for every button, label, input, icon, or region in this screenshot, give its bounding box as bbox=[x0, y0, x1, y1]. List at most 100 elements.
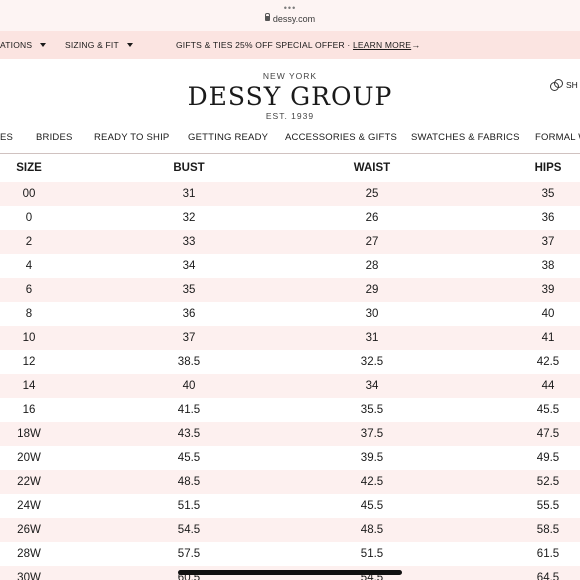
shop-link[interactable]: SH bbox=[550, 79, 578, 91]
cell-hips: 36 bbox=[541, 212, 555, 224]
cell-size: 2 bbox=[25, 236, 33, 248]
cell-bust: 40 bbox=[182, 380, 196, 392]
locations-menu-label: ATIONS bbox=[0, 40, 33, 50]
table-row: 14 40 34 44 bbox=[0, 374, 580, 398]
cell-bust: 34 bbox=[182, 260, 196, 272]
cell-hips: 55.5 bbox=[536, 500, 560, 512]
cell-hips: 45.5 bbox=[536, 404, 560, 416]
site-logo[interactable]: DESSY GROUP bbox=[0, 82, 580, 111]
cell-waist: 26 bbox=[365, 212, 379, 224]
cell-size: 22W bbox=[17, 476, 41, 488]
table-row: 8 36 30 40 bbox=[0, 302, 580, 326]
table-row: 22W 48.5 42.5 52.5 bbox=[0, 470, 580, 494]
home-indicator[interactable] bbox=[178, 570, 402, 575]
cell-hips: 44 bbox=[541, 380, 555, 392]
browser-address-bar: ••• dessy.com bbox=[0, 0, 580, 31]
cell-size: 24W bbox=[17, 500, 41, 512]
cell-bust: 41.5 bbox=[177, 404, 201, 416]
cell-size: 12 bbox=[22, 356, 36, 368]
cell-size: 26W bbox=[17, 524, 41, 536]
nav-item-formal-wear[interactable]: FORMAL W bbox=[535, 132, 580, 143]
cell-bust: 51.5 bbox=[177, 500, 201, 512]
column-header-waist: WAIST bbox=[353, 162, 391, 174]
column-header-size: SIZE bbox=[16, 162, 42, 174]
cell-hips: 39 bbox=[541, 284, 555, 296]
table-row: 24W 51.5 45.5 55.5 bbox=[0, 494, 580, 518]
cell-waist: 37.5 bbox=[360, 428, 384, 440]
cell-hips: 47.5 bbox=[536, 428, 560, 440]
locations-menu[interactable]: ATIONS bbox=[0, 40, 47, 50]
cell-waist: 32.5 bbox=[360, 356, 384, 368]
lock-icon bbox=[264, 13, 271, 21]
browser-more-icon[interactable]: ••• bbox=[0, 3, 580, 13]
cell-bust: 33 bbox=[182, 236, 196, 248]
nav-item-accessories-gifts[interactable]: ACCESSORIES & GIFTS bbox=[285, 132, 397, 143]
cell-size: 0 bbox=[25, 212, 33, 224]
table-body: 00 31 25 35 0 32 26 36 2 33 27 37 4 34 28 38 6 35 29 39 8 36 3… bbox=[0, 182, 580, 580]
cell-hips: 61.5 bbox=[536, 548, 560, 560]
cell-size: 18W bbox=[17, 428, 41, 440]
cell-waist: 28 bbox=[365, 260, 379, 272]
arrow-right-icon[interactable]: → bbox=[411, 40, 420, 50]
cell-hips: 52.5 bbox=[536, 476, 560, 488]
nav-item-swatches-fabrics[interactable]: SWATCHES & FABRICS bbox=[411, 132, 520, 143]
chevron-down-icon bbox=[126, 43, 133, 47]
cell-waist: 35.5 bbox=[360, 404, 384, 416]
cell-size: 16 bbox=[22, 404, 36, 416]
cell-bust: 35 bbox=[182, 284, 196, 296]
cell-hips: 41 bbox=[541, 332, 555, 344]
size-chart-table: SIZE BUST WAIST HIPS 00 31 25 35 0 32 26 36 2 33 2… bbox=[0, 154, 580, 580]
url-text: dessy.com bbox=[272, 14, 316, 24]
cell-waist: 29 bbox=[365, 284, 379, 296]
table-row: 12 38.5 32.5 42.5 bbox=[0, 350, 580, 374]
column-header-bust: BUST bbox=[173, 162, 205, 174]
cell-size: 8 bbox=[25, 308, 33, 320]
cell-waist: 45.5 bbox=[360, 500, 384, 512]
url-display[interactable]: dessy.com bbox=[0, 13, 580, 24]
cell-hips: 49.5 bbox=[536, 452, 560, 464]
promo-offer: GIFTS & TIES 25% OFF SPECIAL OFFER · LEA… bbox=[176, 40, 420, 50]
cell-bust: 54.5 bbox=[177, 524, 201, 536]
cell-bust: 57.5 bbox=[177, 548, 201, 560]
cell-waist: 31 bbox=[365, 332, 379, 344]
table-row: 28W 57.5 51.5 61.5 bbox=[0, 542, 580, 566]
cell-bust: 38.5 bbox=[177, 356, 201, 368]
cell-hips: 40 bbox=[541, 308, 555, 320]
main-nav: ES BRIDES READY TO SHIP GETTING READY AC… bbox=[0, 124, 580, 154]
cell-size: 20W bbox=[17, 452, 41, 464]
cell-waist: 39.5 bbox=[360, 452, 384, 464]
cell-size: 00 bbox=[22, 188, 36, 200]
cell-hips: 58.5 bbox=[536, 524, 560, 536]
table-row: 2 33 27 37 bbox=[0, 230, 580, 254]
sizing-fit-label: SIZING & FIT bbox=[65, 40, 119, 50]
nav-item-brides[interactable]: BRIDES bbox=[36, 132, 73, 143]
table-row: 18W 43.5 37.5 47.5 bbox=[0, 422, 580, 446]
cell-hips: 42.5 bbox=[536, 356, 560, 368]
cell-waist: 42.5 bbox=[360, 476, 384, 488]
cell-waist: 51.5 bbox=[360, 548, 384, 560]
sizing-fit-menu[interactable]: SIZING & FIT bbox=[65, 40, 133, 50]
cell-waist: 34 bbox=[365, 380, 379, 392]
cell-waist: 25 bbox=[365, 188, 379, 200]
cell-bust: 37 bbox=[182, 332, 196, 344]
site-header: NEW YORK DESSY GROUP EST. 1939 SH bbox=[0, 59, 580, 124]
table-row: 4 34 28 38 bbox=[0, 254, 580, 278]
cell-waist: 48.5 bbox=[360, 524, 384, 536]
promo-bar: ATIONS SIZING & FIT GIFTS & TIES 25% OFF… bbox=[0, 31, 580, 59]
learn-more-link[interactable]: LEARN MORE bbox=[353, 40, 411, 50]
table-row: 16 41.5 35.5 45.5 bbox=[0, 398, 580, 422]
table-row: 20W 45.5 39.5 49.5 bbox=[0, 446, 580, 470]
nav-item-partial-left[interactable]: ES bbox=[0, 132, 13, 143]
column-header-hips: HIPS bbox=[534, 162, 562, 174]
cell-size: 28W bbox=[17, 548, 41, 560]
cell-waist: 30 bbox=[365, 308, 379, 320]
cell-hips: 38 bbox=[541, 260, 555, 272]
cell-size: 4 bbox=[25, 260, 33, 272]
table-row: 0 32 26 36 bbox=[0, 206, 580, 230]
rings-icon bbox=[550, 79, 563, 91]
nav-item-getting-ready[interactable]: GETTING READY bbox=[188, 132, 268, 143]
table-row: 26W 54.5 48.5 58.5 bbox=[0, 518, 580, 542]
cell-bust: 48.5 bbox=[177, 476, 201, 488]
logo-tagline-top: NEW YORK bbox=[262, 71, 318, 81]
nav-item-ready-to-ship[interactable]: READY TO SHIP bbox=[94, 132, 169, 143]
